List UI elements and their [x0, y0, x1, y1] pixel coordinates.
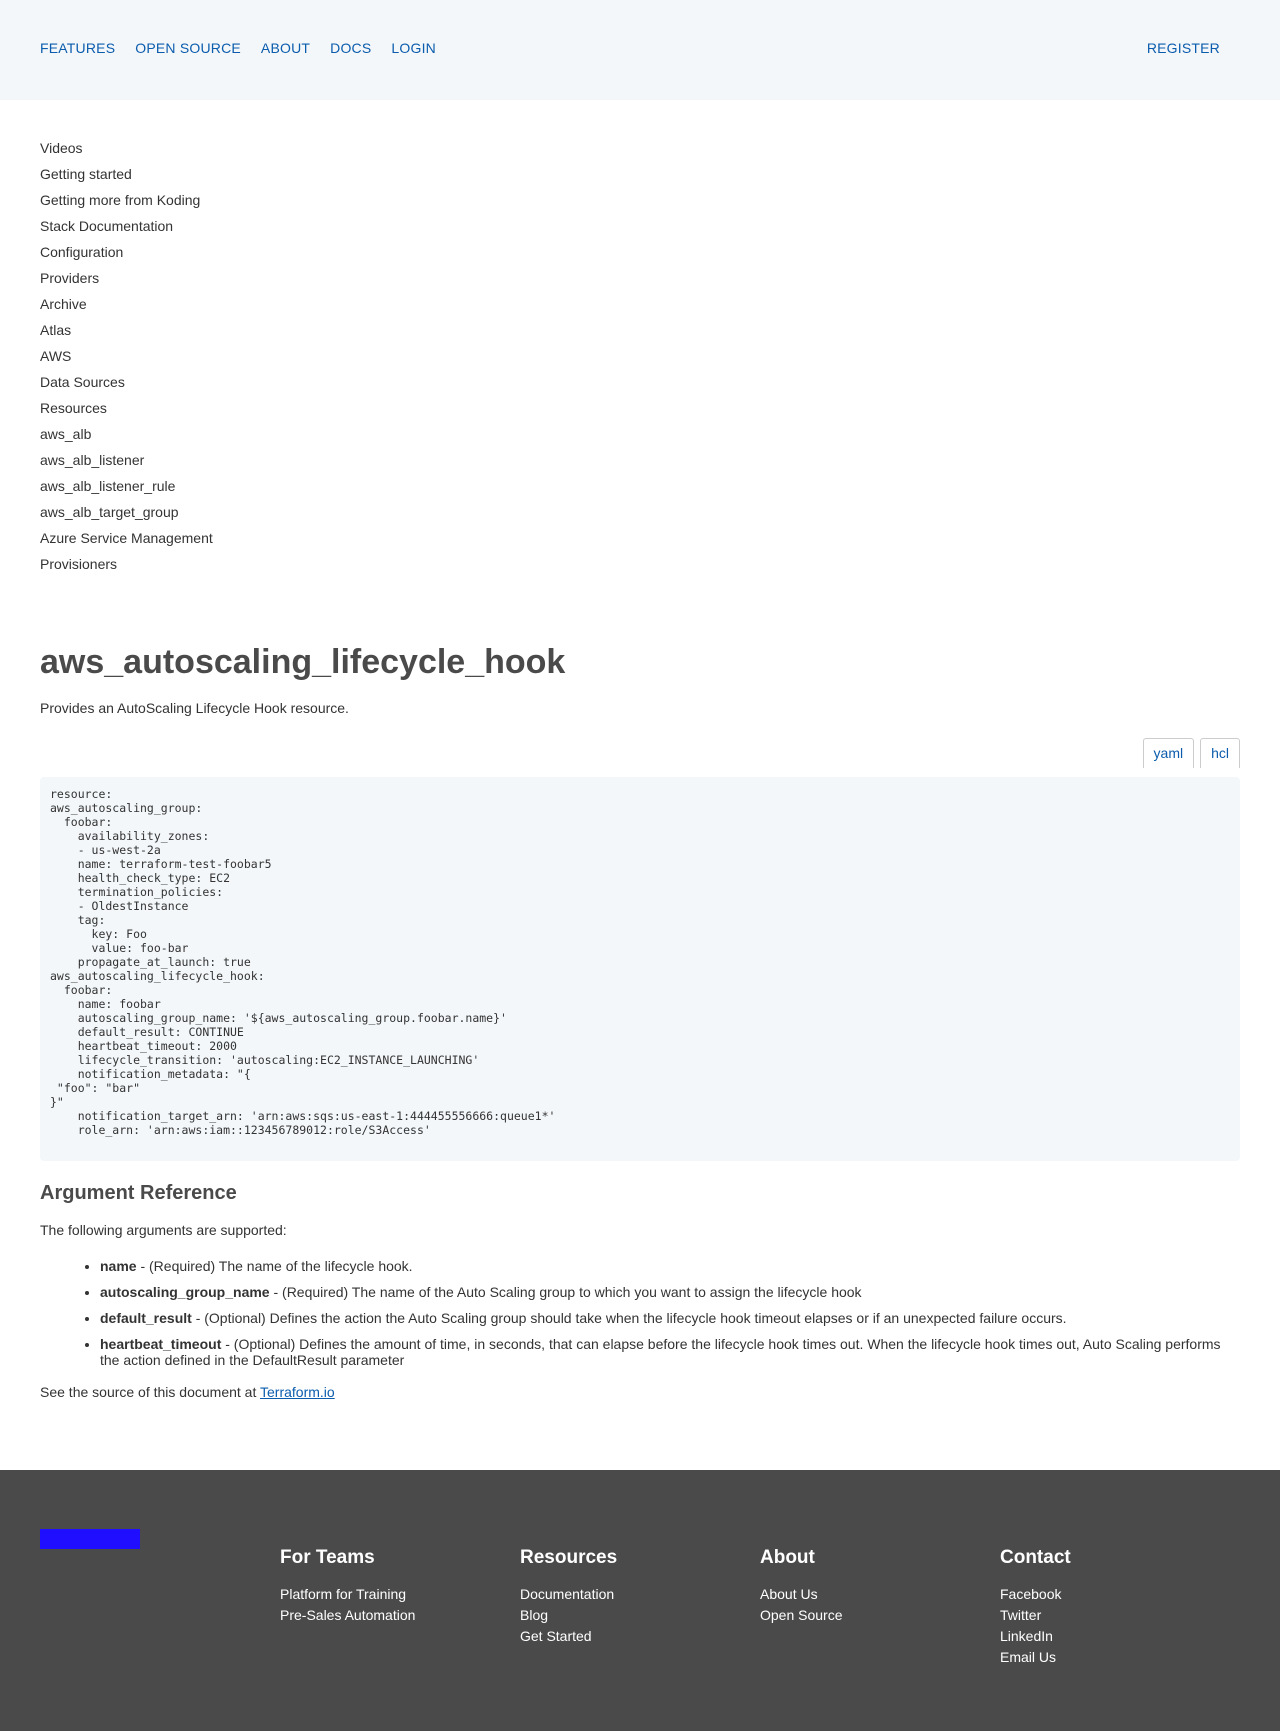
doc-content: aws_autoscaling_lifecycle_hook Provides …: [40, 640, 1240, 1400]
footer-link[interactable]: Email Us: [1000, 1647, 1220, 1668]
footer-column-contact: Contact Facebook Twitter LinkedIn Email …: [1000, 1546, 1220, 1668]
footer-column-about: About About Us Open Source: [760, 1546, 980, 1626]
code-block: resource: aws_autoscaling_group: foobar:…: [40, 777, 1240, 1161]
nav-features[interactable]: FEATURES: [40, 40, 115, 56]
source-prefix: See the source of this document at: [40, 1384, 260, 1400]
main-nav: FEATURES OPEN SOURCE ABOUT DOCS LOGIN: [40, 40, 436, 56]
argument-lead: The following arguments are supported:: [40, 1222, 287, 1238]
footer-heading: Contact: [1000, 1547, 1071, 1568]
register-link[interactable]: REGISTER: [1147, 40, 1220, 56]
footer-link[interactable]: Documentation: [520, 1584, 740, 1605]
sidebar-item-stack-documentation[interactable]: Stack Documentation: [40, 218, 213, 244]
footer-heading: Resources: [520, 1547, 618, 1568]
footer: For Teams Platform for Training Pre-Sale…: [0, 1470, 1280, 1731]
argument-name: autoscaling_group_name: [100, 1284, 270, 1300]
argument-reference-heading: Argument Reference: [40, 1182, 237, 1204]
sidebar-item-resources[interactable]: Resources: [40, 400, 213, 426]
logo[interactable]: [40, 1529, 140, 1549]
tab-yaml[interactable]: yaml: [1142, 738, 1195, 768]
nav-login[interactable]: LOGIN: [391, 40, 436, 56]
argument-list: name - (Required) The name of the lifecy…: [40, 1258, 1240, 1368]
intro-text: Provides an AutoScaling Lifecycle Hook r…: [40, 700, 349, 716]
sidebar-item-providers[interactable]: Providers: [40, 270, 213, 296]
footer-heading: About: [760, 1547, 815, 1568]
sidebar-item-aws[interactable]: AWS: [40, 348, 213, 374]
top-navbar: FEATURES OPEN SOURCE ABOUT DOCS LOGIN RE…: [0, 0, 1280, 100]
argument-desc: - (Required) The name of the Auto Scalin…: [269, 1284, 862, 1300]
argument-desc: - (Required) The name of the lifecycle h…: [136, 1258, 413, 1274]
list-item: autoscaling_group_name - (Required) The …: [100, 1284, 1240, 1300]
footer-link[interactable]: Twitter: [1000, 1605, 1220, 1626]
sidebar-item-atlas[interactable]: Atlas: [40, 322, 213, 348]
sidebar-item-videos[interactable]: Videos: [40, 140, 213, 166]
footer-link[interactable]: Blog: [520, 1605, 740, 1626]
footer-link[interactable]: About Us: [760, 1584, 980, 1605]
footer-column-resources: Resources Documentation Blog Get Started: [520, 1546, 740, 1647]
argument-desc: - (Optional) Defines the amount of time,…: [100, 1336, 1221, 1368]
argument-reference: Argument Reference The following argumen…: [40, 1180, 1240, 1400]
footer-link[interactable]: LinkedIn: [1000, 1626, 1220, 1647]
sidebar-item-aws-alb-listener-rule[interactable]: aws_alb_listener_rule: [40, 478, 213, 504]
footer-link[interactable]: Pre-Sales Automation: [280, 1605, 500, 1626]
argument-name: heartbeat_timeout: [100, 1336, 222, 1352]
list-item: default_result - (Optional) Defines the …: [100, 1310, 1240, 1326]
footer-link[interactable]: Facebook: [1000, 1584, 1220, 1605]
argument-name: default_result: [100, 1310, 192, 1326]
footer-link[interactable]: Get Started: [520, 1626, 740, 1647]
footer-link[interactable]: Platform for Training: [280, 1584, 500, 1605]
argument-desc: - (Optional) Defines the action the Auto…: [191, 1310, 1067, 1326]
sidebar-item-getting-more[interactable]: Getting more from Koding: [40, 192, 213, 218]
sidebar-item-data-sources[interactable]: Data Sources: [40, 374, 213, 400]
page-title: aws_autoscaling_lifecycle_hook: [40, 643, 566, 681]
footer-column-for-teams: For Teams Platform for Training Pre-Sale…: [280, 1546, 500, 1626]
footer-heading: For Teams: [280, 1547, 375, 1568]
list-item: name - (Required) The name of the lifecy…: [100, 1258, 1240, 1274]
terraform-link[interactable]: Terraform.io: [260, 1384, 335, 1400]
sidebar-item-aws-alb[interactable]: aws_alb: [40, 426, 213, 452]
nav-open-source[interactable]: OPEN SOURCE: [135, 40, 241, 56]
sidebar-item-provisioners[interactable]: Provisioners: [40, 556, 213, 582]
tab-hcl[interactable]: hcl: [1200, 738, 1240, 768]
footer-link[interactable]: Open Source: [760, 1605, 980, 1626]
nav-about[interactable]: ABOUT: [261, 40, 310, 56]
docs-sidebar: Videos Getting started Getting more from…: [40, 140, 213, 582]
source-note: See the source of this document at Terra…: [40, 1384, 1240, 1400]
sidebar-item-getting-started[interactable]: Getting started: [40, 166, 213, 192]
nav-docs[interactable]: DOCS: [330, 40, 371, 56]
sidebar-item-azure-service-management[interactable]: Azure Service Management: [40, 530, 213, 556]
sidebar-item-configuration[interactable]: Configuration: [40, 244, 213, 270]
sidebar-item-archive[interactable]: Archive: [40, 296, 213, 322]
argument-name: name: [100, 1258, 137, 1274]
code-tabs: yaml hcl: [1142, 738, 1240, 768]
list-item: heartbeat_timeout - (Optional) Defines t…: [100, 1336, 1240, 1368]
sidebar-item-aws-alb-target-group[interactable]: aws_alb_target_group: [40, 504, 213, 530]
sidebar-item-aws-alb-listener[interactable]: aws_alb_listener: [40, 452, 213, 478]
